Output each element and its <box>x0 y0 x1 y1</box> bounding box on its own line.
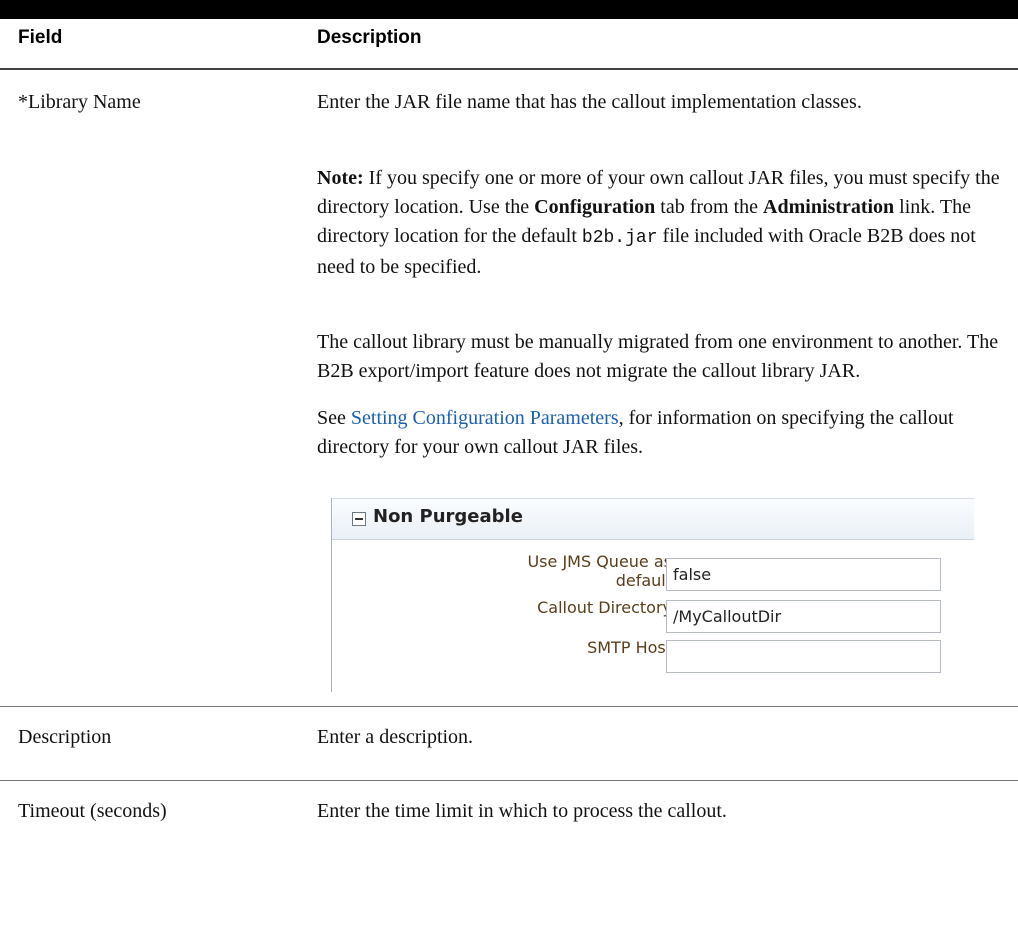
panel-left-border <box>331 498 332 692</box>
administration-term: Administration <box>763 196 895 218</box>
configuration-term: Configuration <box>534 196 656 218</box>
column-header-description: Description <box>317 27 422 48</box>
callout-directory-label: Callout Directory <box>537 598 672 617</box>
header-divider <box>0 68 1018 70</box>
smtp-host-label: SMTP Host <box>587 638 672 657</box>
use-jms-queue-label: Use JMS Queue as default <box>527 552 672 590</box>
column-header-field: Field <box>18 27 63 48</box>
description-text: Enter a description. <box>317 726 474 748</box>
collapse-toggle-icon[interactable] <box>352 512 366 526</box>
field-library-name: *Library Name <box>18 91 141 113</box>
jar-filename-code: b2b.jar <box>581 228 658 248</box>
panel-header: Non Purgeable <box>331 498 974 540</box>
migration-paragraph: The callout library must be manually mig… <box>317 331 999 382</box>
row-divider <box>0 780 1018 781</box>
note-label: Note: <box>317 167 364 189</box>
field-description: Description <box>18 726 112 748</box>
callout-directory-field[interactable]: /MyCalloutDir <box>666 600 941 633</box>
see-also-paragraph: See Setting Configuration Parameters, fo… <box>317 407 954 458</box>
smtp-host-field[interactable] <box>666 640 941 673</box>
field-timeout: Timeout (seconds) <box>18 800 167 822</box>
non-purgeable-panel: Non Purgeable Use JMS Queue as default f… <box>317 498 974 692</box>
setting-configuration-parameters-link[interactable]: Setting Configuration Parameters <box>351 407 619 429</box>
row-divider <box>0 706 1018 707</box>
panel-title: Non Purgeable <box>373 506 523 527</box>
table-top-rule <box>0 0 1018 19</box>
timeout-text: Enter the time limit in which to process… <box>317 800 727 822</box>
use-jms-queue-field[interactable]: false <box>666 558 941 591</box>
library-name-intro: Enter the JAR file name that has the cal… <box>317 91 862 113</box>
library-name-note: Note: If you specify one or more of your… <box>317 167 1000 278</box>
